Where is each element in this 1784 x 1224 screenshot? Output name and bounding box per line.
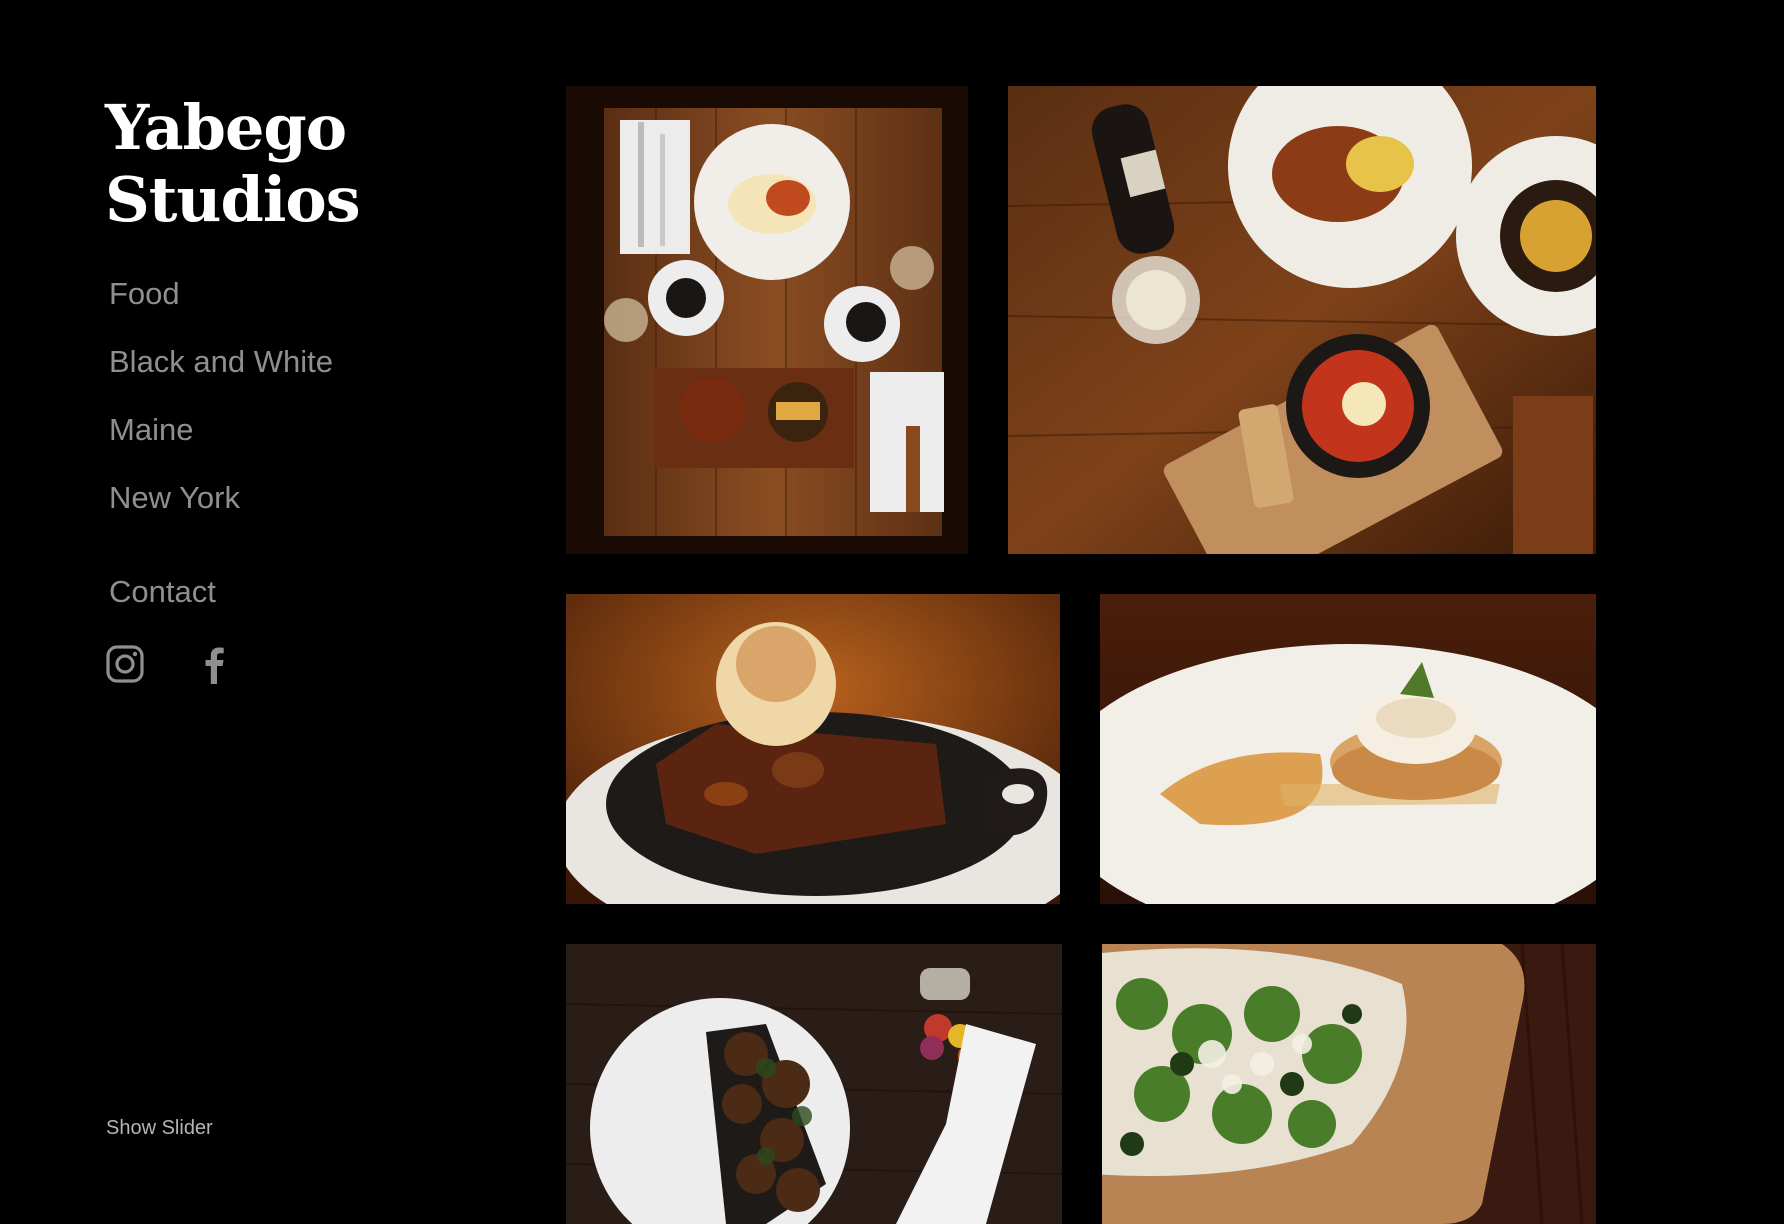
arugula-flatbread-photo [1102,944,1596,1224]
brussels-sprouts-photo [566,944,1062,1224]
nav-item-food[interactable]: Food [109,276,333,344]
gallery-nav: Food Black and White Maine New York [109,276,333,548]
site-title-line-2: Studios [105,163,361,236]
sidebar: Yabego Studios Food Black and White Main… [0,0,500,1224]
meringue-tart-photo [1100,594,1596,904]
instagram-icon[interactable] [106,643,144,685]
brownie-sundae-photo [566,594,1060,904]
gallery-image-meringue-tart[interactable] [1100,594,1596,904]
nav-item-black-and-white[interactable]: Black and White [109,344,333,412]
facebook-icon[interactable] [196,643,234,685]
nav-item-new-york[interactable]: New York [109,480,333,548]
nav-item-maine[interactable]: Maine [109,412,333,480]
gallery-image-brussels-sprouts[interactable] [566,944,1062,1224]
breakfast-table-photo [566,86,968,554]
social-links [106,643,234,685]
gallery-image-brunch-wine[interactable] [1008,86,1596,554]
nav-item-contact[interactable]: Contact [109,574,216,610]
site-title[interactable]: Yabego Studios [105,91,361,236]
gallery-image-breakfast-table[interactable] [566,86,968,554]
site-title-line-1: Yabego [105,91,347,164]
gallery-image-brownie-sundae[interactable] [566,594,1060,904]
show-slider-link[interactable]: Show Slider [106,1117,213,1140]
gallery-image-arugula-flatbread[interactable] [1102,944,1596,1224]
brunch-wine-photo [1008,86,1596,554]
